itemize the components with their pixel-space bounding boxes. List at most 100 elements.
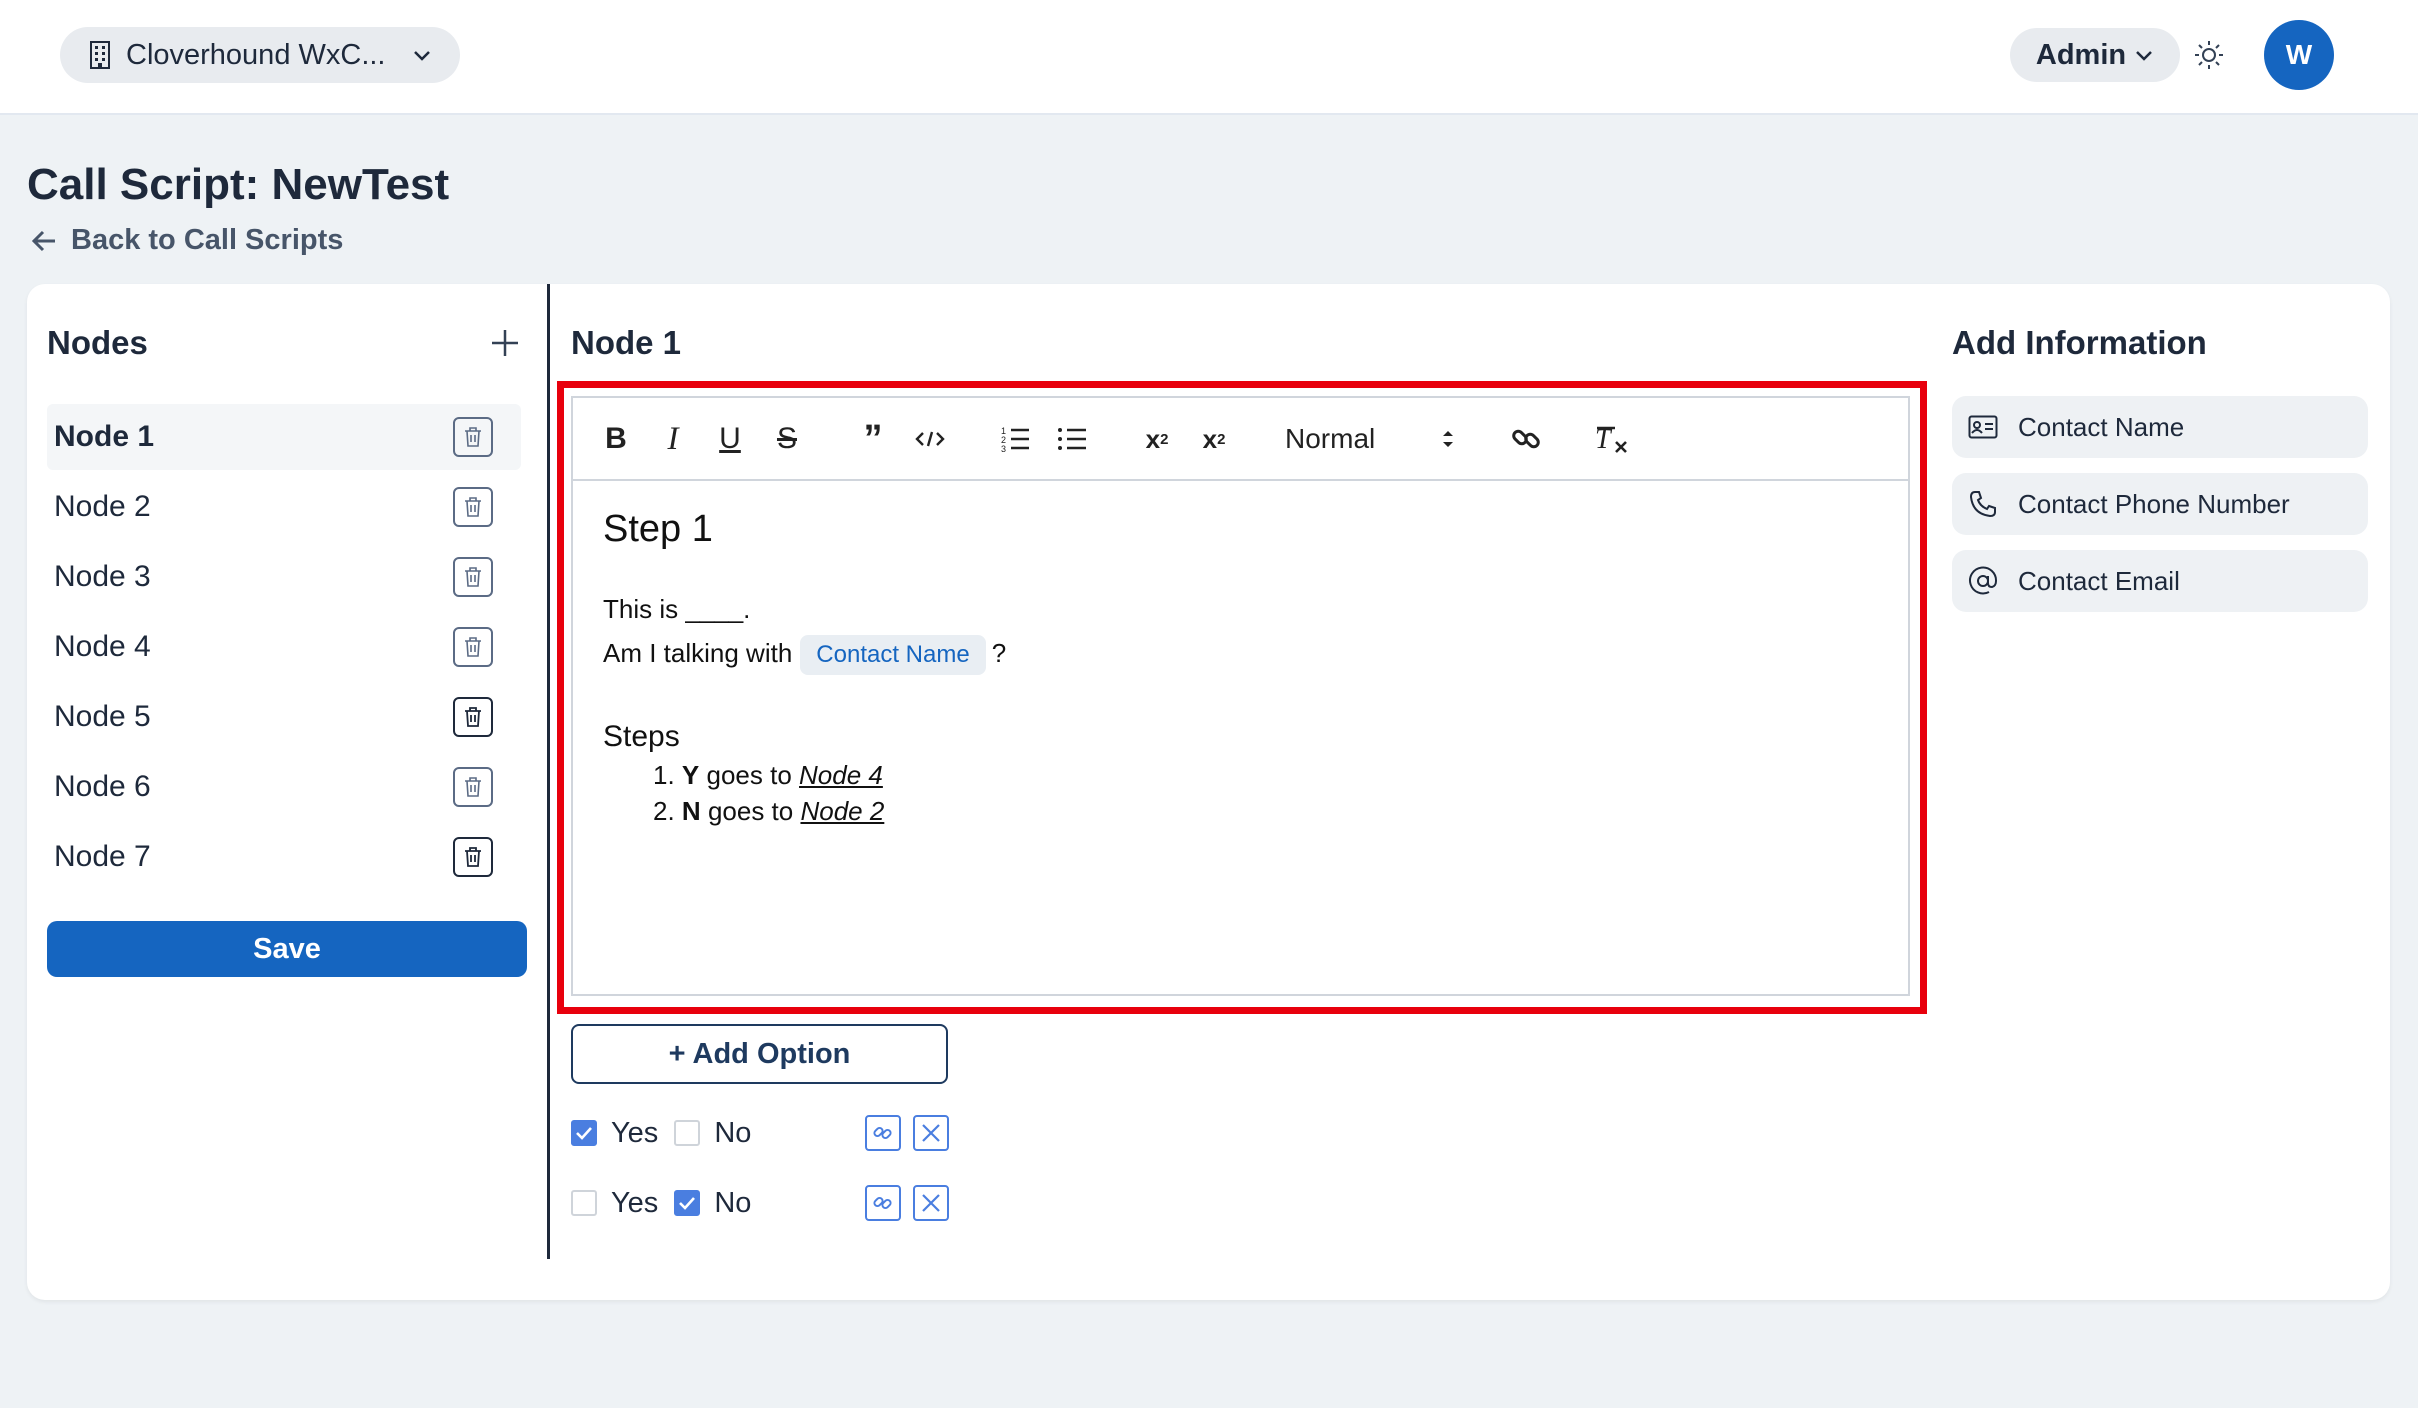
- remove-option-icon[interactable]: [913, 1115, 949, 1151]
- steps-list: 1. Y goes to Node 4 2. N goes to Node 2: [653, 760, 884, 832]
- node-item-label: Node 2: [54, 490, 151, 523]
- list-item: 2. N goes to Node 2: [653, 796, 884, 827]
- step-number: 1.: [653, 760, 675, 790]
- link-option-icon[interactable]: [865, 1185, 901, 1221]
- back-link-label: Back to Call Scripts: [71, 224, 344, 256]
- format-select-value[interactable]: Normal: [1285, 418, 1385, 460]
- line-2-prefix: Am I talking with: [603, 638, 793, 668]
- node-list: Node 1 Node 2 Node 3 Node 4 Node 5 Node …: [47, 404, 521, 894]
- content-line-2: Am I talking with Contact Name?: [603, 635, 1006, 675]
- italic-icon[interactable]: I: [658, 418, 688, 460]
- info-item-label: Contact Email: [2018, 565, 2180, 596]
- trash-icon[interactable]: [453, 697, 493, 737]
- content-line-1: This is ____.: [603, 594, 751, 624]
- add-contact-name-button[interactable]: Contact Name: [1952, 396, 2368, 458]
- add-information-title: Add Information: [1952, 324, 2207, 361]
- underline-icon[interactable]: U: [715, 418, 745, 460]
- remove-option-icon[interactable]: [913, 1185, 949, 1221]
- list-item: 1. Y goes to Node 4: [653, 760, 884, 791]
- org-name: Cloverhound WxC...: [126, 38, 386, 71]
- page-title: Call Script: NewTest: [27, 160, 450, 209]
- building-icon: [90, 41, 110, 69]
- step-key: N: [681, 796, 701, 826]
- svg-text:3: 3: [1001, 444, 1006, 453]
- trash-icon[interactable]: [453, 837, 493, 877]
- superscript-icon[interactable]: x2: [1196, 418, 1232, 460]
- contact-card-icon: [1968, 415, 1998, 439]
- role-label: Admin: [2035, 38, 2127, 71]
- strikethrough-icon[interactable]: S: [772, 418, 802, 460]
- trash-icon[interactable]: [453, 627, 493, 667]
- editor-toolbar: B I U S ” 123 x2 x2 Normal T: [573, 398, 1908, 481]
- link-option-icon[interactable]: [865, 1115, 901, 1151]
- content-heading: Step 1: [603, 508, 713, 550]
- no-label: No: [714, 1186, 752, 1219]
- node-item-label: Node 6: [54, 770, 151, 803]
- node-item[interactable]: Node 7: [47, 824, 521, 890]
- clear-formatting-icon[interactable]: T: [1593, 418, 1629, 460]
- yes-checkbox[interactable]: [571, 1190, 597, 1216]
- role-switcher[interactable]: Admin: [2010, 28, 2180, 82]
- chevron-down-icon: [2136, 51, 2152, 61]
- step-target: Node 4: [799, 760, 883, 790]
- rich-text-editor[interactable]: B I U S ” 123 x2 x2 Normal T Step 1 This…: [571, 396, 1910, 996]
- bold-icon[interactable]: B: [601, 418, 631, 460]
- node-item-label: Node 1: [54, 420, 155, 453]
- node-heading: Node 1: [571, 324, 682, 361]
- node-item[interactable]: Node 3: [47, 544, 521, 610]
- ordered-list-icon[interactable]: 123: [998, 418, 1032, 460]
- blockquote-icon[interactable]: ”: [856, 418, 890, 460]
- node-item[interactable]: Node 1: [47, 404, 521, 470]
- step-key: Y: [681, 760, 700, 790]
- chevron-down-icon: [414, 51, 430, 61]
- node-item-label: Node 3: [54, 560, 151, 593]
- node-item[interactable]: Node 2: [47, 474, 521, 540]
- yes-label: Yes: [611, 1116, 659, 1149]
- org-switcher[interactable]: Cloverhound WxC...: [60, 27, 460, 83]
- node-item[interactable]: Node 6: [47, 754, 521, 820]
- trash-icon[interactable]: [453, 767, 493, 807]
- trash-icon[interactable]: [453, 417, 493, 457]
- no-label: No: [714, 1116, 752, 1149]
- add-option-button[interactable]: + Add Option: [571, 1024, 948, 1084]
- sun-icon[interactable]: [2194, 40, 2224, 70]
- yes-checkbox[interactable]: [571, 1120, 597, 1146]
- link-icon[interactable]: [1508, 418, 1544, 460]
- step-target: Node 2: [800, 796, 885, 826]
- steps-title: Steps: [603, 720, 680, 753]
- node-item-label: Node 4: [54, 630, 151, 663]
- phone-icon: [1969, 491, 1996, 518]
- arrow-left-icon: [31, 230, 55, 251]
- add-contact-email-button[interactable]: Contact Email: [1952, 550, 2368, 612]
- node-item-label: Node 7: [54, 840, 151, 873]
- top-bar: Cloverhound WxC... Admin W: [0, 0, 2418, 115]
- info-item-label: Contact Phone Number: [2018, 488, 2290, 519]
- no-checkbox[interactable]: [674, 1190, 701, 1216]
- node-item[interactable]: Node 4: [47, 614, 521, 680]
- subscript-icon[interactable]: x2: [1139, 418, 1175, 460]
- trash-icon[interactable]: [453, 557, 493, 597]
- user-avatar[interactable]: W: [2264, 20, 2334, 90]
- step-number: 2.: [653, 796, 675, 826]
- option-row: Yes No: [571, 1183, 767, 1223]
- save-button[interactable]: Save: [47, 921, 527, 977]
- step-text: goes to: [706, 760, 792, 790]
- contact-name-chip[interactable]: Contact Name: [800, 635, 986, 675]
- at-sign-icon: [1969, 566, 1998, 595]
- panel-divider: [547, 284, 550, 1259]
- code-icon[interactable]: [913, 418, 947, 460]
- node-item[interactable]: Node 5: [47, 684, 521, 750]
- step-text: goes to: [707, 796, 794, 826]
- check-icon: [576, 1127, 592, 1140]
- add-node-plus-icon[interactable]: [488, 326, 522, 360]
- nodes-title: Nodes: [47, 324, 148, 361]
- info-item-label: Contact Name: [2018, 411, 2185, 442]
- back-link[interactable]: Back to Call Scripts: [31, 224, 343, 257]
- bullet-list-icon[interactable]: [1055, 418, 1089, 460]
- select-arrows-icon[interactable]: [1438, 418, 1458, 460]
- trash-icon[interactable]: [453, 487, 493, 527]
- line-2-suffix: ?: [991, 638, 1007, 668]
- no-checkbox[interactable]: [674, 1120, 701, 1146]
- option-row: Yes No: [571, 1113, 767, 1153]
- add-contact-phone-button[interactable]: Contact Phone Number: [1952, 473, 2368, 535]
